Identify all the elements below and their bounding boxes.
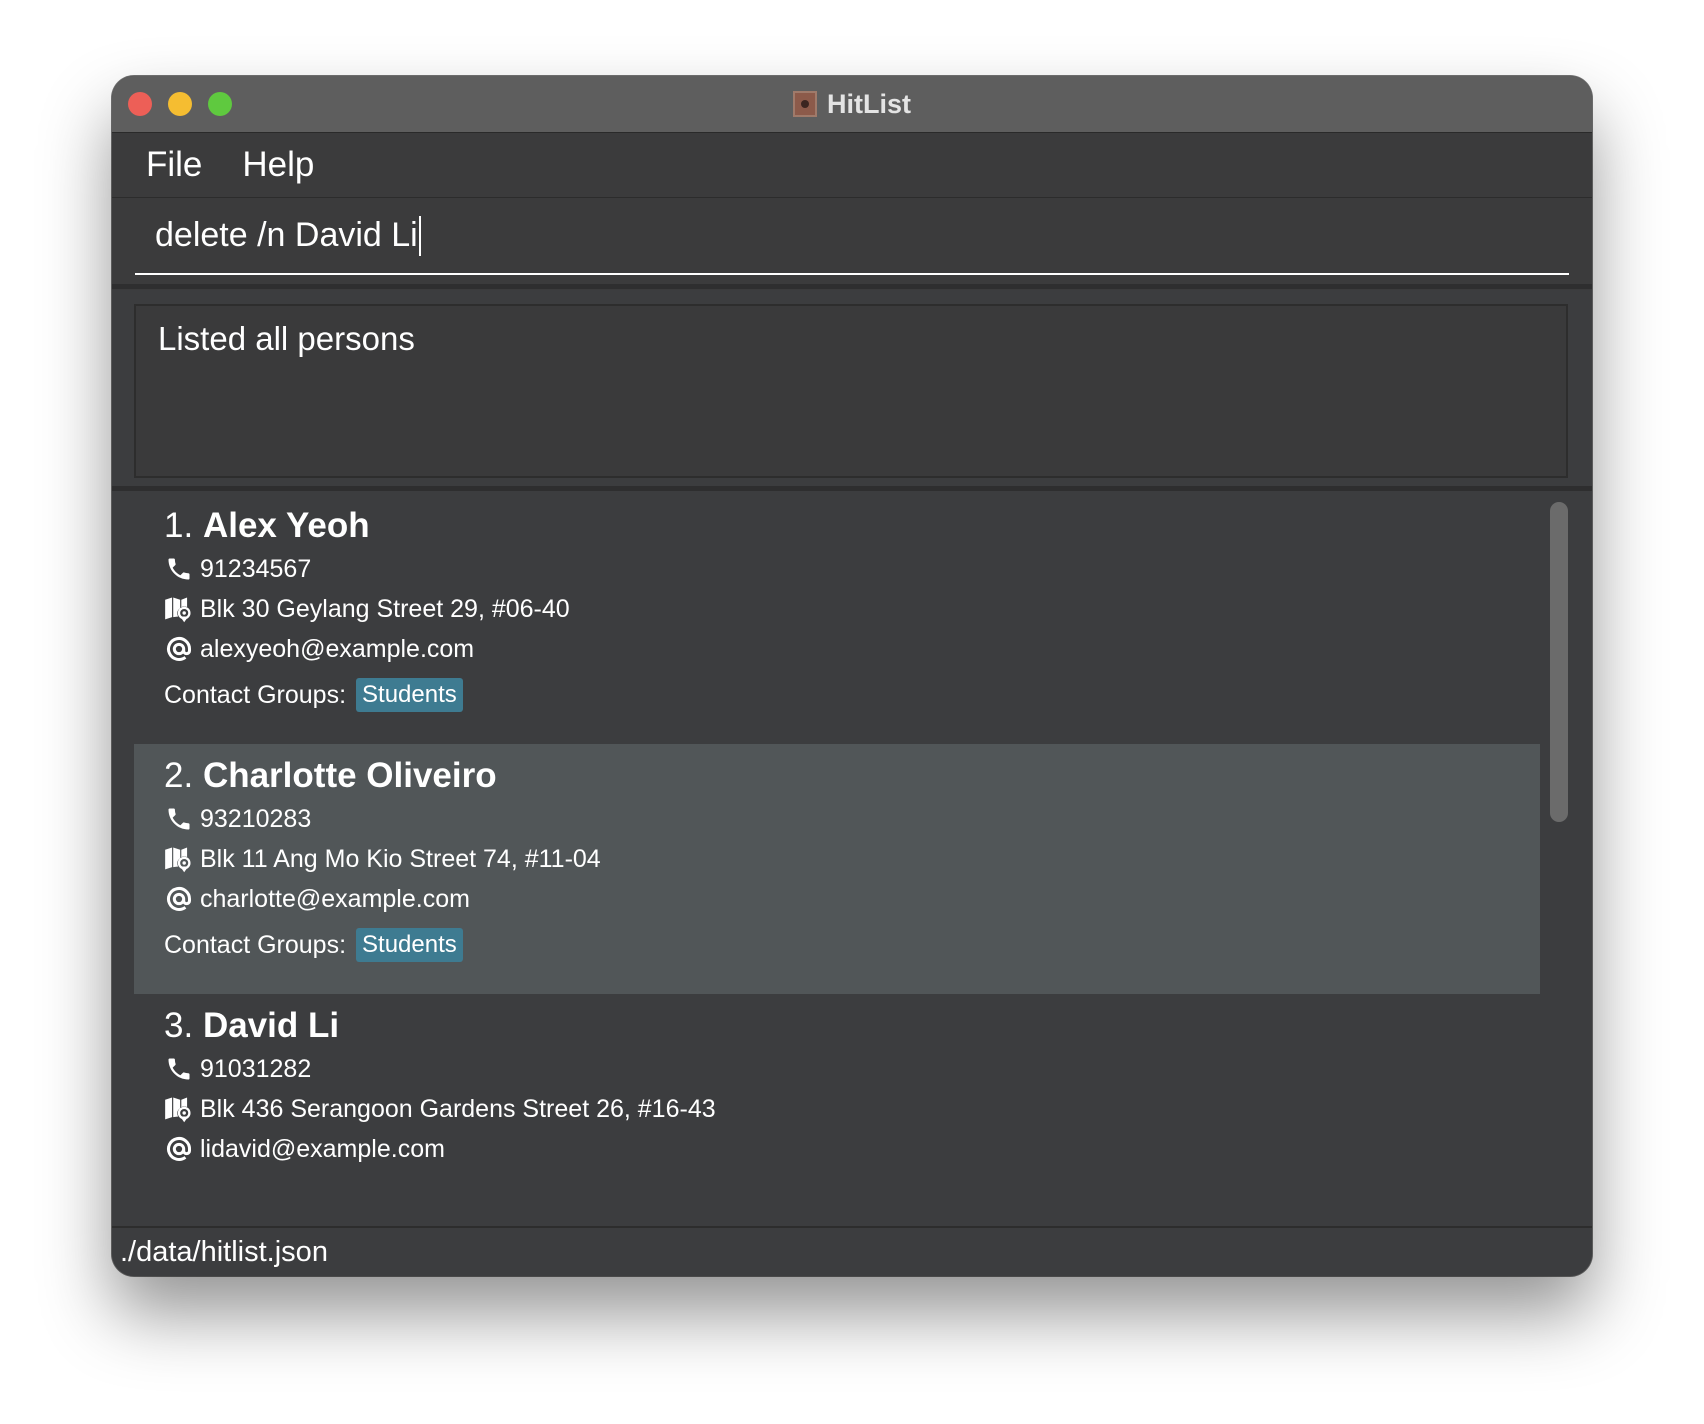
person-list[interactable]: 1. Alex Yeoh 91234567 Blk 30 Geylang Str… <box>112 494 1592 1226</box>
person-card[interactable]: 3. David Li 91031282 Blk 436 Serangoon G… <box>134 994 1540 1226</box>
person-name: David Li <box>202 1006 340 1045</box>
map-icon <box>164 1094 194 1124</box>
group-tag: Students <box>356 928 463 962</box>
person-email-row: alexyeoh@example.com <box>164 634 474 664</box>
result-display-text: Listed all persons <box>158 320 415 357</box>
person-phone-row: 91234567 <box>164 554 311 584</box>
person-email: charlotte@example.com <box>200 884 470 913</box>
scrollbar-thumb[interactable] <box>1550 502 1568 822</box>
person-address-row: Blk 436 Serangoon Gardens Street 26, #16… <box>164 1094 716 1124</box>
result-display[interactable]: Listed all persons <box>134 304 1568 478</box>
save-file-path: ./data/hitlist.json <box>120 1235 328 1268</box>
divider-result-list <box>112 486 1592 491</box>
person-card-title: 1. Alex Yeoh <box>164 506 370 546</box>
person-address: Blk 436 Serangoon Gardens Street 26, #16… <box>200 1094 716 1123</box>
command-input[interactable]: delete /n David Li <box>135 198 1569 275</box>
menu-file[interactable]: File <box>146 145 202 185</box>
command-input-text: delete /n David Li <box>155 216 418 254</box>
person-list-scrollbar[interactable] <box>1546 494 1574 1226</box>
person-phone-row: 93210283 <box>164 804 311 834</box>
person-card-selected[interactable]: 2. Charlotte Oliveiro 93210283 Blk 11 An… <box>134 744 1540 994</box>
title-bar[interactable]: HitList <box>112 76 1592 133</box>
window-title: HitList <box>827 88 911 119</box>
person-address: Blk 11 Ang Mo Kio Street 74, #11-04 <box>200 844 601 873</box>
map-icon <box>164 844 194 874</box>
person-groups-row: Contact Groups: Students <box>164 678 463 712</box>
status-bar: ./data/hitlist.json <box>112 1226 1592 1276</box>
hitlist-app-icon <box>793 91 817 117</box>
group-tag: Students <box>356 678 463 712</box>
text-caret <box>418 215 421 256</box>
person-index: 2. <box>164 756 194 795</box>
at-sign-icon <box>164 634 194 664</box>
divider-command-result <box>112 284 1592 289</box>
person-address: Blk 30 Geylang Street 29, #06-40 <box>200 594 570 623</box>
contact-groups-label: Contact Groups: <box>164 930 347 959</box>
app-window: HitList File Help delete /n David Li Lis… <box>112 76 1592 1276</box>
person-groups-row: Contact Groups: Students <box>164 928 463 962</box>
person-card[interactable]: 1. Alex Yeoh 91234567 Blk 30 Geylang Str… <box>134 494 1540 744</box>
window-title-group: HitList <box>112 76 1592 132</box>
person-name: Charlotte Oliveiro <box>202 756 497 795</box>
phone-icon <box>164 1054 194 1084</box>
command-box-area: delete /n David Li <box>112 198 1592 290</box>
person-card-title: 2. Charlotte Oliveiro <box>164 756 497 796</box>
at-sign-icon <box>164 1134 194 1164</box>
person-index: 1. <box>164 506 194 545</box>
person-email-row: lidavid@example.com <box>164 1134 445 1164</box>
person-card-title: 3. David Li <box>164 1006 339 1046</box>
person-address-row: Blk 30 Geylang Street 29, #06-40 <box>164 594 570 624</box>
person-name: Alex Yeoh <box>202 506 370 545</box>
person-phone: 93210283 <box>200 804 312 833</box>
person-email: alexyeoh@example.com <box>200 634 475 663</box>
menu-help[interactable]: Help <box>242 145 314 185</box>
map-icon <box>164 594 194 624</box>
person-email: lidavid@example.com <box>200 1134 445 1163</box>
phone-icon <box>164 804 194 834</box>
at-sign-icon <box>164 884 194 914</box>
person-address-row: Blk 11 Ang Mo Kio Street 74, #11-04 <box>164 844 601 874</box>
person-email-row: charlotte@example.com <box>164 884 470 914</box>
person-phone: 91234567 <box>200 554 312 583</box>
person-index: 3. <box>164 1006 194 1045</box>
person-phone: 91031282 <box>200 1054 312 1083</box>
menu-bar: File Help <box>112 133 1592 198</box>
phone-icon <box>164 554 194 584</box>
person-phone-row: 91031282 <box>164 1054 311 1084</box>
contact-groups-label: Contact Groups: <box>164 680 347 709</box>
